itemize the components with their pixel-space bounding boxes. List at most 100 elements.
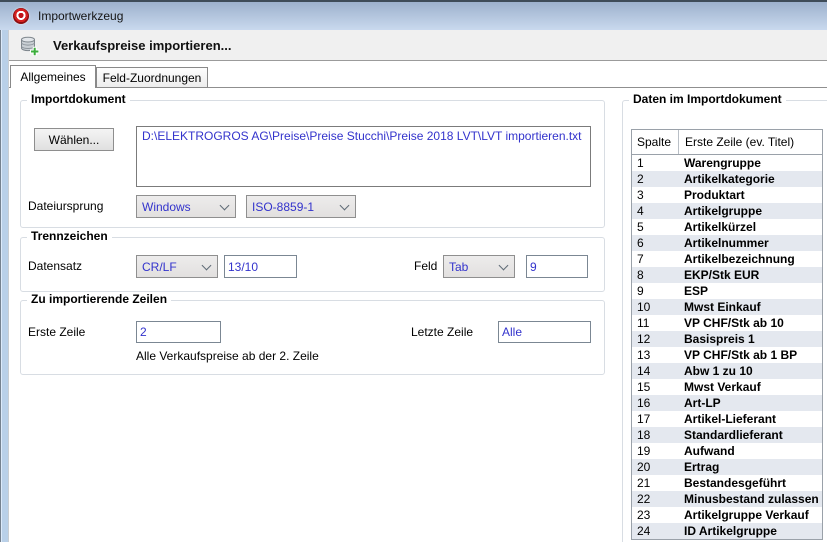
- row-first-line-title: EKP/Stk EUR: [684, 267, 759, 283]
- tab-allgemeines[interactable]: Allgemeines: [10, 65, 96, 88]
- row-column-number: 7: [632, 251, 684, 267]
- table-row[interactable]: 13 VP CHF/Stk ab 1 BP: [632, 347, 822, 363]
- column-header-spalte: Spalte: [632, 130, 679, 154]
- row-column-number: 18: [632, 427, 684, 443]
- row-first-line-title: Minusbestand zulassen: [684, 491, 819, 507]
- table-row[interactable]: 22 Minusbestand zulassen: [632, 491, 822, 507]
- group-title-trennzeichen: Trennzeichen: [27, 229, 112, 243]
- chevron-down-icon: [220, 200, 230, 210]
- table-row[interactable]: 16 Art-LP: [632, 395, 822, 411]
- table-row[interactable]: 19 Aufwand: [632, 443, 822, 459]
- row-column-number: 17: [632, 411, 684, 427]
- row-column-number: 19: [632, 443, 684, 459]
- chevron-down-icon: [499, 260, 509, 270]
- record-separator-label: Datensatz: [28, 259, 82, 273]
- table-row[interactable]: 2 Artikelkategorie: [632, 171, 822, 187]
- record-separator-select[interactable]: CR/LF: [136, 255, 218, 278]
- row-first-line-title: Basispreis 1: [684, 331, 755, 347]
- encoding-value: ISO-8859-1: [252, 200, 314, 214]
- row-first-line-title: Artikelbezeichnung: [684, 251, 795, 267]
- row-column-number: 23: [632, 507, 684, 523]
- group-trennzeichen: Trennzeichen Datensatz CR/LF Feld Tab: [20, 237, 605, 292]
- row-column-number: 14: [632, 363, 684, 379]
- table-row[interactable]: 21 Bestandesgeführt: [632, 475, 822, 491]
- table-row[interactable]: 24 ID Artikelgruppe: [632, 523, 822, 539]
- row-first-line-title: Artikelkategorie: [684, 171, 775, 187]
- row-column-number: 3: [632, 187, 684, 203]
- table-row[interactable]: 11 VP CHF/Stk ab 10: [632, 315, 822, 331]
- file-origin-select[interactable]: Windows: [136, 195, 236, 218]
- row-column-number: 4: [632, 203, 684, 219]
- row-first-line-title: Produktart: [684, 187, 745, 203]
- row-column-number: 6: [632, 235, 684, 251]
- row-column-number: 21: [632, 475, 684, 491]
- field-separator-value: Tab: [449, 260, 468, 274]
- row-first-line-title: ID Artikelgruppe: [684, 523, 777, 539]
- preview-table: Spalte Erste Zeile (ev. Titel) 1 Warengr…: [631, 129, 823, 540]
- choose-file-button[interactable]: Wählen...: [34, 128, 114, 151]
- row-first-line-title: Artikel-Lieferant: [684, 411, 776, 427]
- record-separator-code-input[interactable]: [224, 255, 297, 278]
- table-row[interactable]: 15 Mwst Verkauf: [632, 379, 822, 395]
- row-column-number: 12: [632, 331, 684, 347]
- row-column-number: 5: [632, 219, 684, 235]
- title-bar[interactable]: Importwerkzeug: [0, 0, 827, 30]
- row-column-number: 24: [632, 523, 684, 539]
- row-first-line-title: Artikelgruppe: [684, 203, 762, 219]
- chevron-down-icon: [202, 260, 212, 270]
- encoding-select[interactable]: ISO-8859-1: [246, 195, 356, 218]
- table-row[interactable]: 6 Artikelnummer: [632, 235, 822, 251]
- column-header-erste-zeile: Erste Zeile (ev. Titel): [679, 135, 794, 149]
- table-row[interactable]: 17 Artikel-Lieferant: [632, 411, 822, 427]
- row-first-line-title: Artikelkürzel: [684, 219, 756, 235]
- chevron-down-icon: [340, 200, 350, 210]
- group-title-data-preview: Daten im Importdokument: [629, 92, 786, 106]
- row-first-line-title: Ertrag: [684, 459, 719, 475]
- row-first-line-title: VP CHF/Stk ab 1 BP: [684, 347, 797, 363]
- row-first-line-title: Mwst Einkauf: [684, 299, 761, 315]
- row-column-number: 13: [632, 347, 684, 363]
- table-row[interactable]: 12 Basispreis 1: [632, 331, 822, 347]
- first-row-label: Erste Zeile: [28, 325, 85, 339]
- row-first-line-title: ESP: [684, 283, 708, 299]
- file-path-box[interactable]: D:\ELEKTROGROS AG\Preise\Preise Stucchi\…: [136, 126, 591, 187]
- first-row-input[interactable]: [136, 321, 221, 343]
- field-separator-select[interactable]: Tab: [443, 255, 515, 278]
- row-first-line-title: VP CHF/Stk ab 10: [684, 315, 784, 331]
- table-row[interactable]: 23 Artikelgruppe Verkauf: [632, 507, 822, 523]
- file-origin-label: Dateiursprung: [28, 199, 103, 213]
- table-row[interactable]: 7 Artikelbezeichnung: [632, 251, 822, 267]
- field-separator-label: Feld: [414, 259, 437, 273]
- table-row[interactable]: 9 ESP: [632, 283, 822, 299]
- window-frame-left: [0, 30, 9, 542]
- row-first-line-title: Warengruppe: [684, 155, 761, 171]
- field-separator-code-input[interactable]: [526, 255, 588, 278]
- table-row[interactable]: 10 Mwst Einkauf: [632, 299, 822, 315]
- table-row[interactable]: 3 Produktart: [632, 187, 822, 203]
- import-rows-hint: Alle Verkaufspreise ab der 2. Zeile: [136, 349, 319, 363]
- row-first-line-title: Mwst Verkauf: [684, 379, 761, 395]
- row-column-number: 9: [632, 283, 684, 299]
- row-column-number: 15: [632, 379, 684, 395]
- row-first-line-title: Standardlieferant: [684, 427, 783, 443]
- row-column-number: 10: [632, 299, 684, 315]
- tab-feld-zuordnungen[interactable]: Feld-Zuordnungen: [96, 67, 208, 88]
- row-column-number: 2: [632, 171, 684, 187]
- page-title: Verkaufspreise importieren...: [53, 38, 231, 53]
- row-column-number: 22: [632, 491, 684, 507]
- last-row-input[interactable]: [498, 321, 591, 343]
- table-row[interactable]: 4 Artikelgruppe: [632, 203, 822, 219]
- table-row[interactable]: 20 Ertrag: [632, 459, 822, 475]
- table-row[interactable]: 14 Abw 1 zu 10: [632, 363, 822, 379]
- file-origin-value: Windows: [142, 200, 191, 214]
- importwerkzeug-window: Importwerkzeug Verkaufspreise importiere…: [0, 0, 827, 542]
- group-daten-im-importdokument: Daten im Importdokument Spalte Erste Zei…: [622, 100, 827, 542]
- table-row[interactable]: 8 EKP/Stk EUR: [632, 267, 822, 283]
- window-title: Importwerkzeug: [38, 9, 123, 23]
- table-row[interactable]: 5 Artikelkürzel: [632, 219, 822, 235]
- row-first-line-title: Art-LP: [684, 395, 721, 411]
- table-row[interactable]: 18 Standardlieferant: [632, 427, 822, 443]
- table-row[interactable]: 1 Warengruppe: [632, 155, 822, 171]
- row-column-number: 20: [632, 459, 684, 475]
- row-column-number: 8: [632, 267, 684, 283]
